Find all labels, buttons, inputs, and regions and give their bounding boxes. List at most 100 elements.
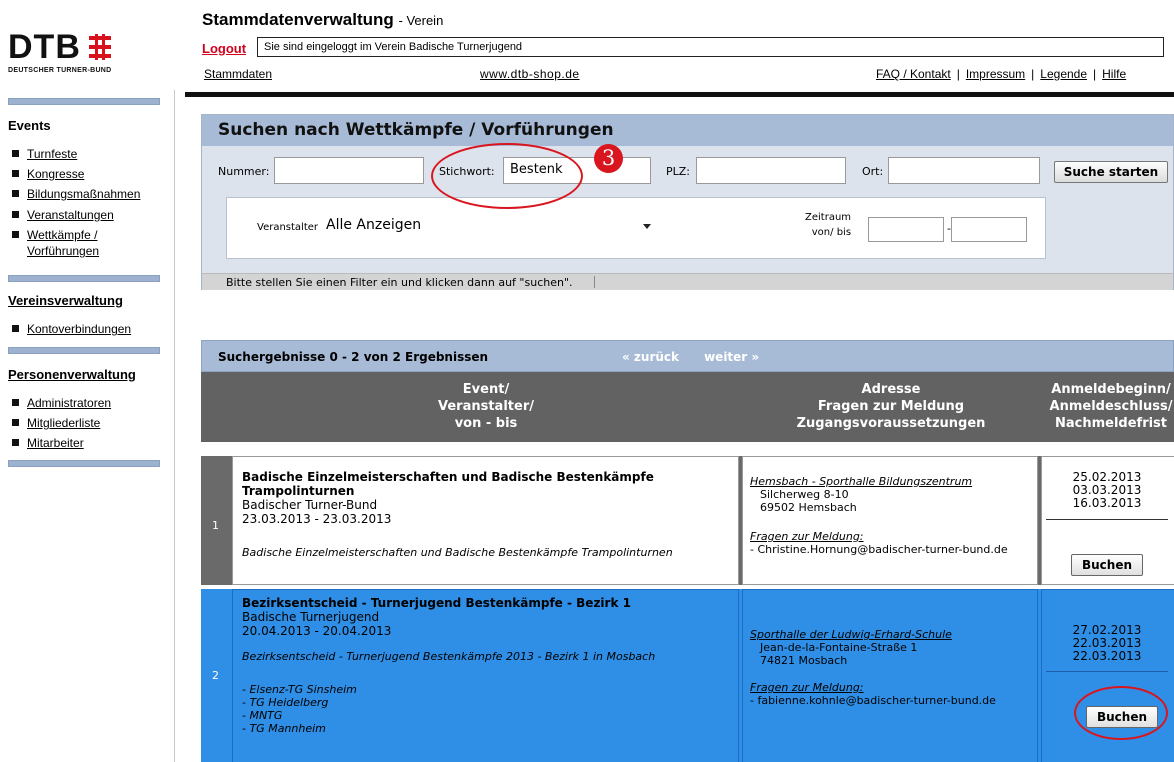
sidebar-item-kongresse[interactable]: Kongresse bbox=[12, 166, 84, 182]
event-description: Bezirksentscheid - Turnerjugend Bestenkä… bbox=[242, 650, 656, 663]
results-header: Suchergebnisse 0 - 2 von 2 Ergebnissen «… bbox=[201, 340, 1174, 372]
participant: - TG Mannheim bbox=[242, 722, 326, 735]
event-dates: 23.03.2013 - 23.03.2013 bbox=[242, 512, 392, 526]
table-row: 1 Badische Einzelmeisterschaften und Bad… bbox=[201, 456, 1174, 585]
event-cell: Badische Einzelmeisterschaften und Badis… bbox=[232, 456, 739, 585]
row-index-label: 2 bbox=[212, 669, 219, 682]
sidebar-item-veranstaltungen[interactable]: Veranstaltungen bbox=[12, 207, 114, 223]
sidebar-item-label[interactable]: Kontoverbindungen bbox=[27, 321, 131, 337]
event-organizer: Badischer Turner-Bund bbox=[242, 498, 378, 512]
veranstalter-selected: Alle Anzeigen bbox=[326, 217, 422, 233]
filter-row: Nummer: Stichwort: Bestenk PLZ: Ort: Suc… bbox=[202, 155, 1174, 187]
address-info: Hemsbach - Sporthalle Bildungszentrum Si… bbox=[750, 475, 1035, 556]
sidebar-item-mitarbeiter[interactable]: Mitarbeiter bbox=[12, 435, 84, 451]
bullet-icon bbox=[12, 150, 19, 157]
results-summary: Suchergebnisse 0 - 2 von 2 Ergebnissen bbox=[218, 350, 489, 364]
sidebar-divider bbox=[8, 460, 160, 467]
bullet-icon bbox=[12, 399, 19, 406]
nachmeldefrist: 16.03.2013 bbox=[1072, 496, 1142, 510]
sidebar-item-bildungsmassnahmen[interactable]: Bildungsmaßnahmen bbox=[12, 186, 140, 202]
divider bbox=[1046, 671, 1168, 672]
sidebar-item-label[interactable]: Mitarbeiter bbox=[27, 435, 84, 451]
event-info: Bezirksentscheid - Turnerjugend Bestenkä… bbox=[242, 596, 732, 735]
bullet-icon bbox=[12, 419, 19, 426]
sidebar-item-label[interactable]: Wettkämpfe / bbox=[27, 227, 99, 243]
dtb-logo: DTB DEUTSCHER TURNER-BUND bbox=[8, 28, 168, 75]
venue-city: 74821 Mosbach bbox=[760, 654, 848, 667]
venue-link[interactable]: Sporthalle der Ludwig-Erhard-Schule bbox=[750, 628, 1035, 641]
sidebar-item-label[interactable]: Bildungsmaßnahmen bbox=[27, 186, 140, 202]
zeitraum-label-line: von/ bis bbox=[811, 227, 852, 238]
sidebar-item-label[interactable]: Kongresse bbox=[27, 166, 84, 182]
participant: - Elsenz-TG Sinsheim bbox=[242, 683, 357, 696]
faq-link[interactable]: FAQ / Kontakt bbox=[876, 67, 951, 81]
sidebar-heading-events: Events bbox=[8, 118, 51, 133]
venue-link[interactable]: Hemsbach - Sporthalle Bildungszentrum bbox=[750, 475, 1035, 488]
plz-input[interactable] bbox=[696, 157, 846, 184]
row-index: 1 bbox=[201, 456, 231, 585]
results-table: Suchergebnisse 0 - 2 von 2 Ergebnissen «… bbox=[201, 340, 1174, 762]
pagination: « zurück weiter » bbox=[622, 350, 759, 364]
stammdaten-link[interactable]: Stammdaten bbox=[204, 67, 272, 81]
prev-link[interactable]: « zurück bbox=[622, 350, 679, 364]
sidebar-heading-personenverwaltung[interactable]: Personenverwaltung bbox=[8, 367, 136, 382]
nummer-input[interactable] bbox=[274, 157, 424, 184]
sidebar-divider bbox=[8, 347, 160, 354]
nachmeldefrist: 22.03.2013 bbox=[1072, 649, 1142, 663]
toplinks-right: FAQ / Kontakt | Impressum | Legende | Hilfe bbox=[876, 67, 1126, 81]
sidebar-item-turnfeste[interactable]: Turnfeste bbox=[12, 146, 77, 162]
sidebar-item-label[interactable]: Mitgliederliste bbox=[27, 415, 100, 431]
zeitraum-von-input[interactable] bbox=[868, 217, 944, 242]
sidebar-item-label[interactable]: Turnfeste bbox=[27, 146, 77, 162]
search-panel: Suchen nach Wettkämpfe / Vorführungen Nu… bbox=[201, 114, 1174, 290]
col-header-line: von - bis bbox=[454, 416, 518, 431]
registration-dates: 25.02.2013 03.03.2013 16.03.2013 bbox=[1042, 471, 1172, 510]
address-cell: Hemsbach - Sporthalle Bildungszentrum Si… bbox=[742, 456, 1038, 585]
bullet-icon bbox=[12, 190, 19, 197]
sidebar-item-wettkaempfe[interactable]: Wettkämpfe / Vorführungen bbox=[12, 227, 99, 259]
event-cell: Bezirksentscheid - Turnerjugend Bestenkä… bbox=[232, 589, 739, 762]
col-header-line: Anmeldeschluss/ bbox=[1049, 399, 1173, 414]
col-event: Event/ Veranstalter/ von - bis bbox=[231, 381, 741, 432]
event-description: Badische Einzelmeisterschaften und Badis… bbox=[242, 546, 673, 559]
sidebar-heading-vereinsverwaltung[interactable]: Vereinsverwaltung bbox=[8, 293, 123, 308]
shop-link[interactable]: www.dtb-shop.de bbox=[480, 67, 580, 81]
veranstalter-select[interactable]: Alle Anzeigen bbox=[323, 216, 659, 238]
veranstalter-label: Veranstalter bbox=[257, 222, 319, 233]
event-title: Bezirksentscheid - Turnerjugend Bestenkä… bbox=[242, 596, 631, 610]
impressum-link[interactable]: Impressum bbox=[966, 67, 1025, 81]
sidebar-item-label[interactable]: Veranstaltungen bbox=[27, 207, 114, 223]
sidebar-item-label[interactable]: Vorführungen bbox=[27, 243, 99, 259]
zeitraum-bis-input[interactable] bbox=[951, 217, 1027, 242]
sidebar-divider bbox=[8, 275, 160, 282]
col-header-line: Anmeldebeginn/ bbox=[1051, 382, 1171, 397]
buchen-button[interactable]: Buchen bbox=[1071, 554, 1143, 576]
ort-label: Ort: bbox=[862, 165, 884, 178]
sidebar-item-administratoren[interactable]: Administratoren bbox=[12, 395, 111, 411]
event-title: Trampolinturnen bbox=[242, 484, 355, 498]
status-message: Bitte stellen Sie einen Filter ein und k… bbox=[226, 276, 573, 289]
event-organizer: Badische Turnerjugend bbox=[242, 610, 380, 624]
plz-label: PLZ: bbox=[666, 165, 691, 178]
status-text: Bitte stellen Sie einen Filter ein und k… bbox=[202, 273, 1173, 290]
sidebar-item-label[interactable]: Administratoren bbox=[27, 395, 111, 411]
separator: | bbox=[1031, 67, 1035, 81]
col-header-line: Nachmeldefrist bbox=[1054, 416, 1168, 431]
participant: - MNTG bbox=[242, 709, 283, 722]
sidebar-item-mitgliederliste[interactable]: Mitgliederliste bbox=[12, 415, 100, 431]
participant: - TG Heidelberg bbox=[242, 696, 329, 709]
contact-email: - Christine.Hornung@badischer-turner-bun… bbox=[750, 543, 1008, 556]
legende-link[interactable]: Legende bbox=[1040, 67, 1087, 81]
address-info: Sporthalle der Ludwig-Erhard-Schule Jean… bbox=[750, 628, 1035, 707]
sidebar-item-kontoverbindungen[interactable]: Kontoverbindungen bbox=[12, 321, 131, 337]
page-title-suffix: - Verein bbox=[398, 13, 444, 28]
logout-link[interactable]: Logout bbox=[202, 41, 246, 56]
search-button[interactable]: Suche starten bbox=[1054, 161, 1168, 183]
ort-input[interactable] bbox=[888, 157, 1040, 184]
nummer-label: Nummer: bbox=[218, 165, 270, 178]
next-link[interactable]: weiter » bbox=[704, 350, 759, 364]
separator: | bbox=[1093, 67, 1097, 81]
sidebar-divider bbox=[8, 98, 160, 105]
table-row: 2 Bezirksentscheid - Turnerjugend Besten… bbox=[201, 589, 1174, 762]
hilfe-link[interactable]: Hilfe bbox=[1102, 67, 1126, 81]
